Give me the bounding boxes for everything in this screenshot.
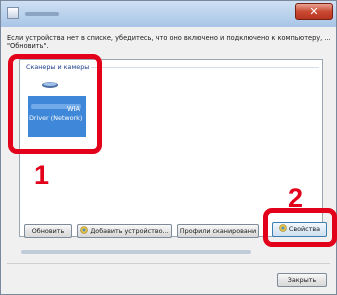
close-icon: ✕: [309, 5, 319, 18]
window-app-icon: [7, 7, 19, 19]
group-divider: [91, 67, 319, 68]
refresh-button-label: Обновить: [31, 227, 65, 235]
close-button[interactable]: Закрыть: [277, 273, 327, 287]
add-device-button[interactable]: Добавить устройство...: [77, 224, 172, 238]
close-button-label: Закрыть: [287, 276, 317, 284]
status-text-blurred: [21, 250, 251, 254]
close-window-button[interactable]: ✕: [295, 3, 333, 20]
add-device-button-label: Добавить устройство...: [90, 227, 169, 235]
add-device-icon: [80, 226, 89, 234]
title-bar[interactable]: ✕: [1, 1, 336, 27]
window-title-blurred: [25, 12, 59, 16]
callout-number-1: 1: [34, 160, 50, 190]
scanner-dialog-window: ✕ Если устройства нет в списке, убедитес…: [0, 0, 337, 295]
footer-divider: [7, 263, 330, 264]
scan-profiles-button-label: Профили сканировани: [179, 227, 257, 235]
scan-profiles-button[interactable]: Профили сканировани: [177, 224, 259, 238]
callout-highlight-properties: [263, 208, 337, 247]
callout-highlight-device: [8, 54, 102, 154]
refresh-button[interactable]: Обновить: [24, 224, 72, 238]
